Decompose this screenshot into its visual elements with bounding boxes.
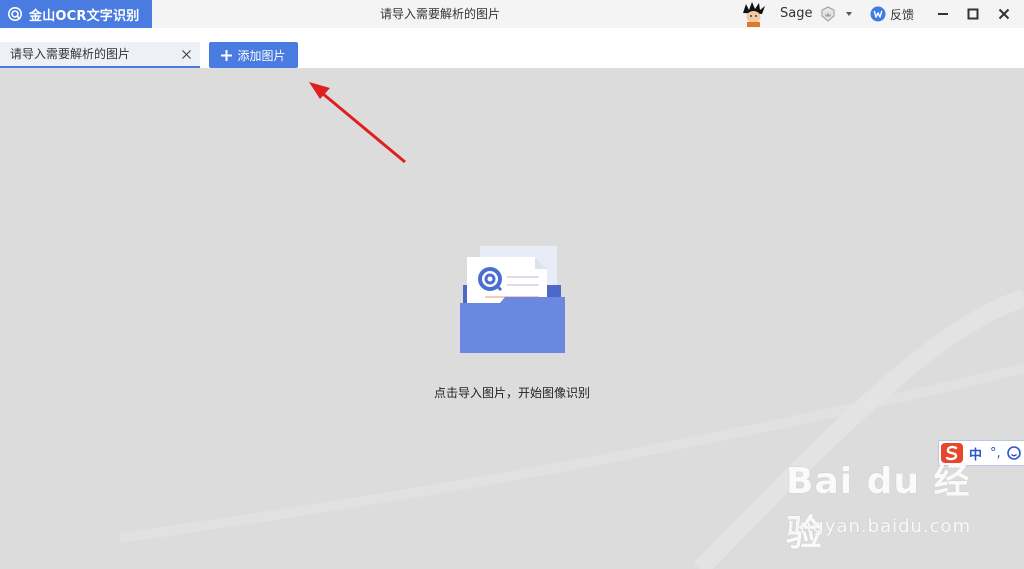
tab-close-icon[interactable] bbox=[182, 50, 191, 59]
chevron-down-icon[interactable] bbox=[846, 12, 852, 16]
feedback-label: 反馈 bbox=[890, 7, 915, 22]
close-icon bbox=[998, 8, 1010, 20]
app-brand: 金山OCR文字识别 bbox=[0, 0, 152, 28]
hint-text: 点击导入图片，开始图像识别 bbox=[433, 386, 590, 400]
emoji-icon[interactable] bbox=[1006, 446, 1021, 460]
feedback-icon bbox=[870, 6, 886, 22]
title-bar: 金山OCR文字识别 请导入需要解析的图片 Sage 反馈 bbox=[0, 0, 1024, 28]
minimize-icon bbox=[938, 13, 948, 15]
avatar[interactable] bbox=[740, 1, 767, 27]
add-image-label: 添加图片 bbox=[237, 48, 286, 63]
maximize-button[interactable] bbox=[958, 0, 988, 28]
drop-area[interactable]: 点击导入图片，开始图像识别 中 °, Bai du 经验 jingyan.bai… bbox=[0, 68, 1024, 569]
baidu-watermark: Bai du 经验 jingyan.baidu.com bbox=[782, 448, 1002, 554]
folder-illustration[interactable] bbox=[455, 243, 570, 355]
watermark-brand: Bai du 经验 bbox=[786, 461, 971, 554]
app-name: 金山OCR文字识别 bbox=[29, 8, 140, 24]
ocr-logo-icon bbox=[8, 7, 22, 21]
username[interactable]: Sage bbox=[780, 0, 812, 28]
avatar-icon bbox=[740, 1, 767, 27]
user-menu[interactable]: Sage bbox=[740, 0, 856, 28]
window-title: 请导入需要解析的图片 bbox=[379, 7, 500, 21]
watermark-url: jingyan.baidu.com bbox=[788, 516, 972, 537]
plus-icon bbox=[221, 49, 233, 61]
tab-bar: 请导入需要解析的图片 添加图片 bbox=[0, 28, 1024, 68]
tab-label: 请导入需要解析的图片 bbox=[10, 47, 131, 61]
feedback-button[interactable]: 反馈 bbox=[870, 0, 914, 28]
vip-crown-icon[interactable] bbox=[820, 6, 836, 22]
maximize-icon bbox=[967, 8, 979, 20]
minimize-button[interactable] bbox=[928, 0, 958, 28]
add-image-button[interactable]: 添加图片 bbox=[209, 42, 298, 68]
close-button[interactable] bbox=[989, 0, 1019, 28]
tab-document[interactable]: 请导入需要解析的图片 bbox=[0, 42, 200, 68]
